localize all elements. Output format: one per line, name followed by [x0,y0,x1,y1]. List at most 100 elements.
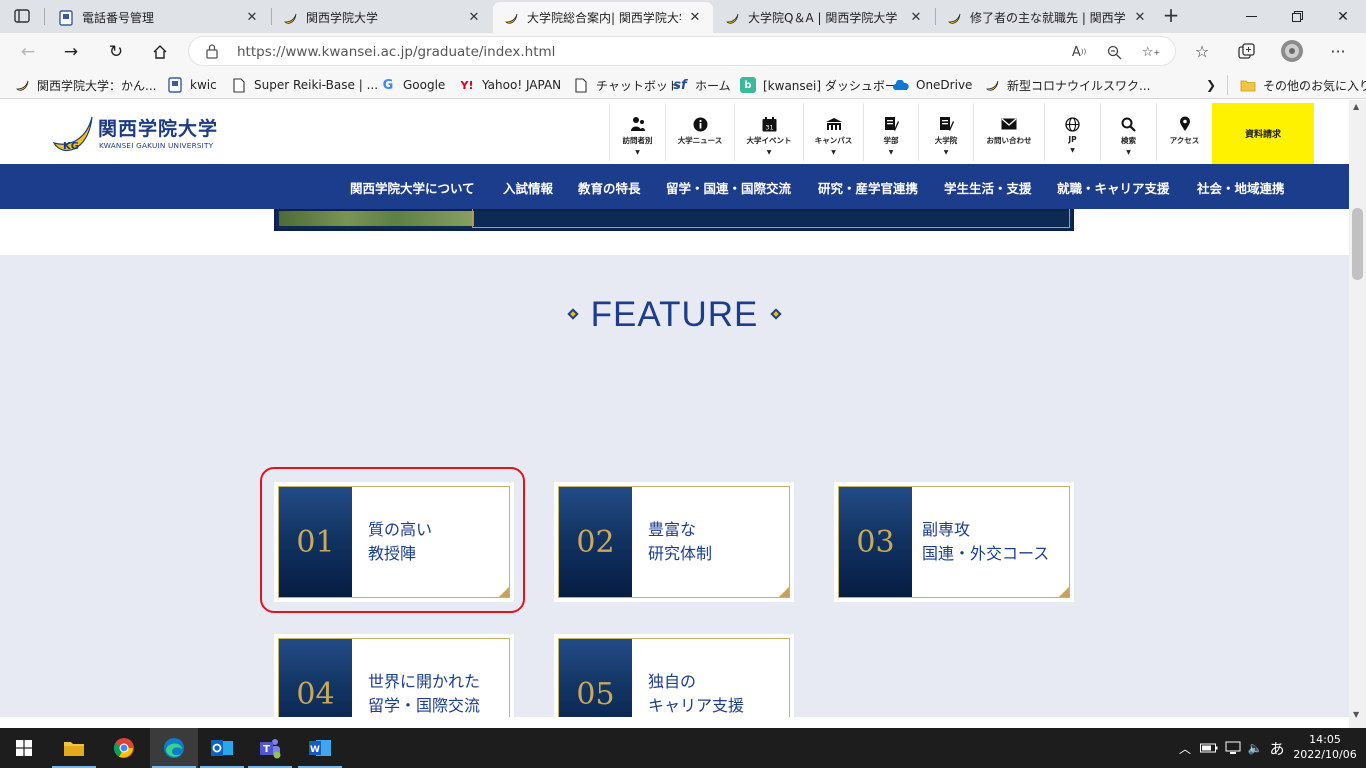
nav-student-life[interactable]: 学生生活・支援 [944,178,1032,197]
ime-indicator[interactable]: あ [1266,728,1288,768]
nav-admissions[interactable]: 入試情報 [503,178,553,197]
caret-down-icon: ▼ [635,149,640,156]
close-icon[interactable]: ✕ [1132,10,1148,26]
hero-banner[interactable] [274,209,1074,231]
util-visitor[interactable]: 訪問者別 ▼ [609,103,665,161]
nav-education[interactable]: 教育の特長 [578,178,641,197]
read-aloud-icon[interactable]: A)) [1069,42,1089,62]
util-campus[interactable]: キャンパス ▼ [803,103,863,161]
university-logo[interactable]: KG 関西学院大学 KWANSEI GAKUIN UNIVERSITY [48,111,228,155]
util-contact[interactable]: お問い合わせ [973,103,1044,161]
request-documents-button[interactable]: 資料請求 [1212,103,1314,164]
profile-avatar[interactable] [1278,37,1306,65]
feature-card-03[interactable]: 03 副専攻 国連・外交コース [834,482,1074,602]
favorite-item[interactable]: kwic [167,75,217,95]
add-favorite-icon[interactable]: ☆ + [1141,42,1161,62]
minimize-button[interactable] [1228,0,1274,33]
tab-phone[interactable]: 電話番号管理 ✕ [48,2,270,33]
caret-down-icon: ▼ [1126,149,1131,156]
nav-community[interactable]: 社会・地域連携 [1197,178,1285,197]
moon-icon [946,10,962,26]
tab-title: 関西学院大学 [306,11,379,25]
feature-card-04[interactable]: 04 世界に開かれた 留学・国際交流 [274,634,514,717]
favorite-label: kwic [190,78,217,92]
forward-button[interactable]: → [57,38,85,66]
battery-icon[interactable] [1198,728,1220,768]
clock[interactable]: 14:05 2022/10/06 [1288,732,1362,762]
favorite-label: OneDrive [916,78,973,92]
util-access[interactable]: アクセス [1156,103,1212,161]
tab-kwansei[interactable]: 関西学院大学 ✕ [272,2,492,33]
url-text[interactable]: https://www.kwansei.ac.jp/graduate/index… [237,44,555,60]
outlook-icon[interactable] [198,728,246,768]
moon-icon [503,10,519,26]
util-label: 大学院 [934,136,958,145]
favorite-item[interactable]: チャットボット [573,75,680,95]
util-language[interactable]: JP ▼ [1044,103,1100,161]
corner-arrow-icon [1059,587,1069,597]
start-button[interactable] [0,728,48,768]
favorite-item[interactable]: Y! Yahoo! JAPAN [459,75,562,95]
global-nav: 関西学院大学について 入試情報 教育の特長 留学・国連・国際交流 研究・産学官連… [0,164,1349,209]
moon-icon [282,10,298,26]
favorite-item[interactable]: b [kwansei] ダッシュボー... [740,75,908,95]
address-bar[interactable]: https://www.kwansei.ac.jp/graduate/index… [188,36,1176,66]
refresh-button[interactable]: ↻ [102,38,130,66]
restore-button[interactable] [1274,0,1320,33]
favorite-item[interactable]: Super Reiki-Base | ... [231,75,378,95]
feature-card-02[interactable]: 02 豊富な 研究体制 [554,482,794,602]
close-icon[interactable]: ✕ [687,10,703,26]
home-button[interactable] [146,38,174,66]
util-events[interactable]: 31 大学イベント ▼ [734,103,803,161]
favorite-item[interactable]: G Google [380,75,446,95]
scroll-up-icon[interactable]: ▲ [1353,102,1359,111]
collections-icon[interactable] [1232,37,1260,65]
favorite-item[interactable]: sf ホーム [672,75,730,95]
tray-overflow-icon[interactable]: ︿ [1176,728,1194,768]
more-menu-icon[interactable]: ··· [1324,37,1352,65]
favorite-item[interactable]: 新型コロナウイルスワク... [984,75,1150,95]
tab-actions-icon[interactable] [8,6,36,26]
close-window-button[interactable]: ✕ [1320,0,1366,33]
teams-icon[interactable]: T [246,728,294,768]
tab-jobs[interactable]: 修了者の主な就職先 | 関西学院大学 ✕ [936,2,1158,33]
tab-title: 電話番号管理 [82,11,155,25]
nav-career[interactable]: 就職・キャリア支援 [1057,178,1170,197]
volume-icon[interactable]: 🔈 [1245,728,1265,768]
nav-research[interactable]: 研究・産学官連携 [818,178,918,197]
edge-icon[interactable] [150,728,198,768]
favorite-label: 関西学院大学：かん... [37,78,157,93]
scroll-thumb[interactable] [1352,208,1363,280]
word-icon[interactable]: W [296,728,344,768]
caret-down-icon: ▼ [943,149,949,156]
favorite-item[interactable]: 関西学院大学：かん... [14,75,156,95]
favorites-icon[interactable]: ☆ [1188,37,1216,65]
tab-qa[interactable]: 大学院Q＆A | 関西学院大学 ✕ [714,2,934,33]
card-line: 研究体制 [648,544,713,563]
feature-card-05[interactable]: 05 独自の キャリア支援 [554,634,794,717]
lock-icon[interactable] [205,43,219,59]
util-news[interactable]: 大学ニュース [665,103,734,161]
other-favorites[interactable]: その他のお気に入り [1227,75,1366,95]
util-search[interactable]: 検索 ▼ [1100,103,1156,161]
nav-international[interactable]: 留学・国連・国際交流 [666,178,791,197]
file-explorer-icon[interactable] [50,728,98,768]
chrome-icon[interactable] [100,728,148,768]
pin-icon [1179,113,1191,135]
back-button[interactable]: ← [14,38,42,66]
new-tab-button[interactable]: + [1160,5,1182,26]
close-icon[interactable]: ✕ [908,10,924,26]
favorites-overflow-icon[interactable]: ❯ [1206,75,1216,95]
nav-about[interactable]: 関西学院大学について [350,178,475,197]
util-faculty[interactable]: 学部 ▼ [863,103,918,161]
util-graduate[interactable]: 大学院 ▼ [918,103,973,161]
tab-graduate[interactable]: 大学院総合案内| 関西学院大学 ✕ [493,2,713,33]
close-icon[interactable]: ✕ [244,10,260,26]
close-icon[interactable]: ✕ [466,10,482,26]
favorite-item[interactable]: OneDrive [893,75,972,95]
page-scrollbar[interactable]: ▲ ▼ [1349,100,1366,728]
svg-text:T: T [263,744,270,755]
zoom-icon[interactable] [1104,42,1124,62]
scroll-down-icon[interactable]: ▼ [1353,710,1359,719]
network-icon[interactable] [1222,728,1244,768]
